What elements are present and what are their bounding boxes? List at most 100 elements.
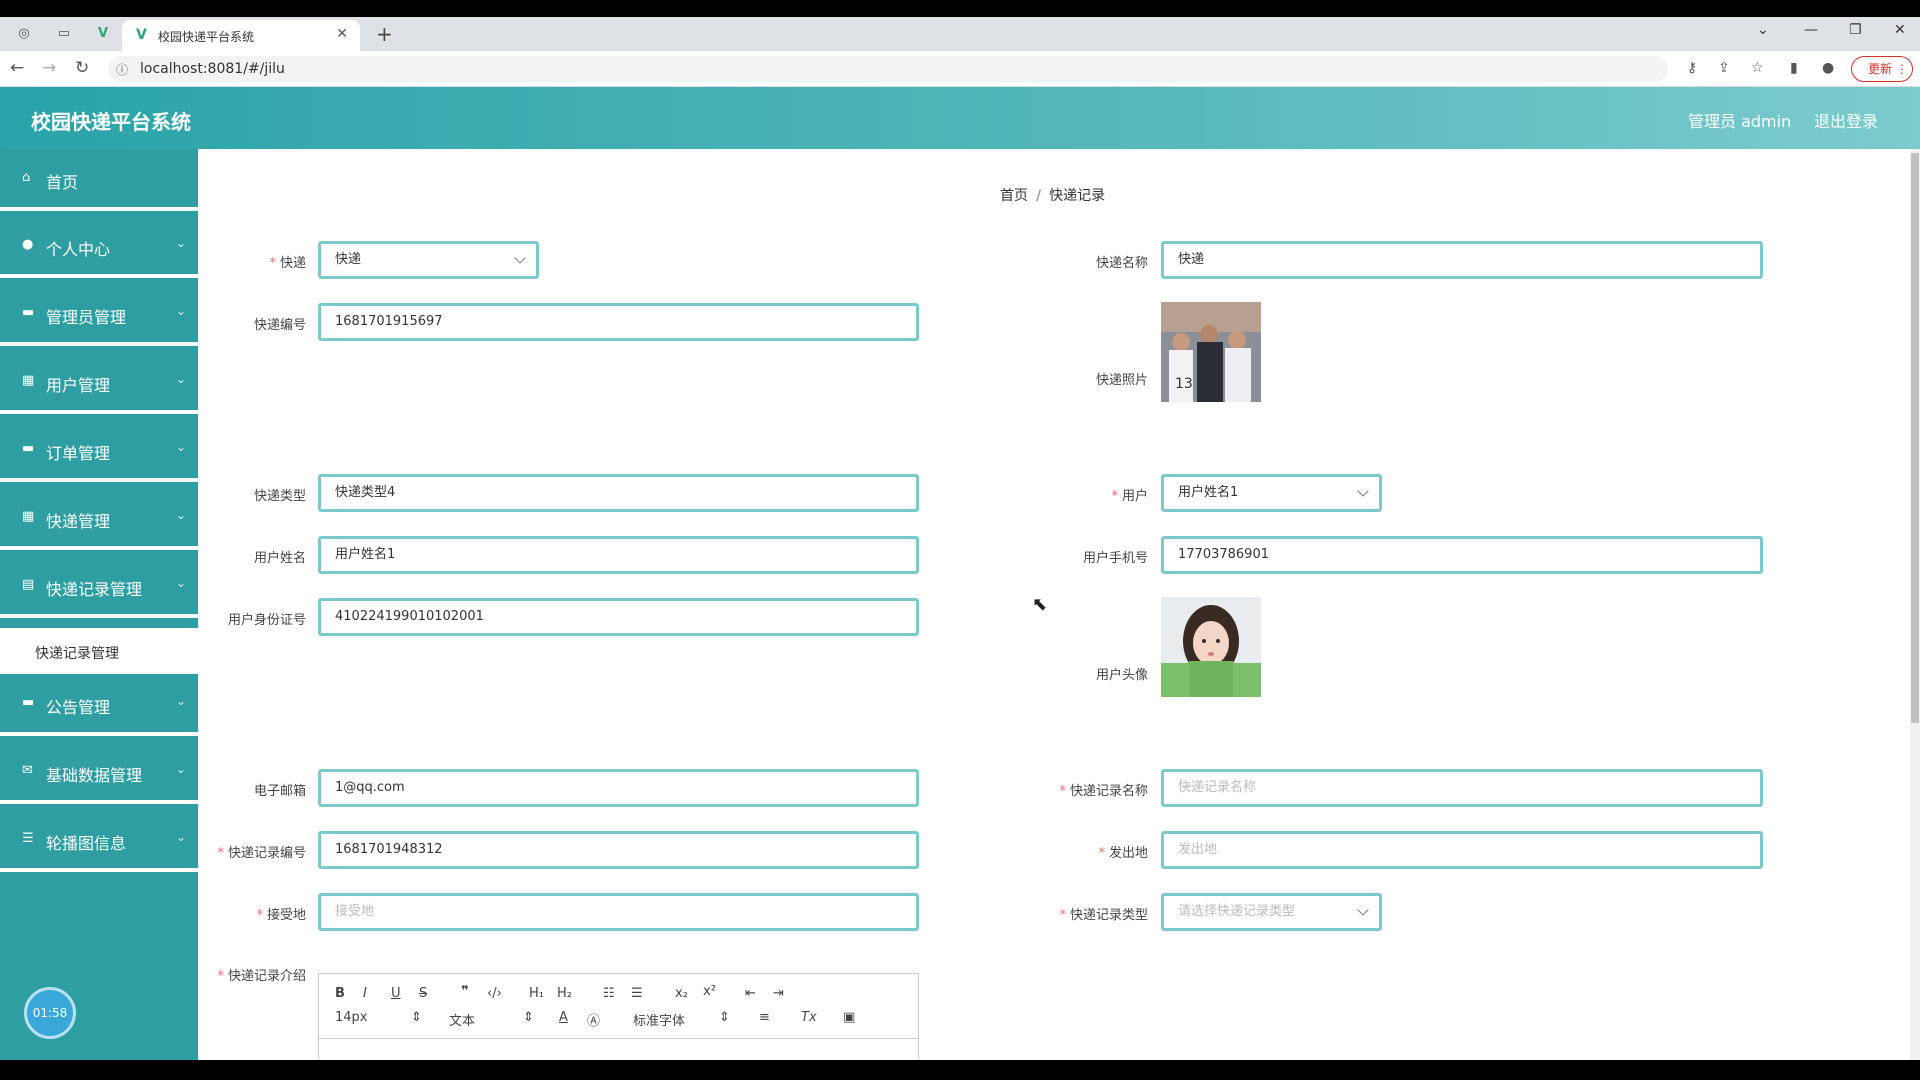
user-phone-input[interactable]: 17703786901 [1161, 536, 1763, 574]
rich-text-editor[interactable]: B I U S ❞ ‹/› H₁ H₂ ☷ ☰ x₂ x² ⇤ ⇥ 14px ⇕ … [318, 973, 919, 1063]
back-icon[interactable]: ← [10, 58, 24, 78]
background-color-icon[interactable]: Ⓐ [587, 1010, 600, 1029]
block-format-select[interactable]: 文本 ⇕ [449, 1010, 534, 1029]
id-card-input[interactable]: 410224199010102001 [318, 598, 919, 636]
chevron-down-icon: ⌄ [175, 830, 186, 844]
logout-link[interactable]: 退出登录 [1814, 108, 1878, 132]
email-input[interactable]: 1@qq.com [318, 769, 919, 807]
new-tab-icon[interactable]: + [376, 22, 393, 46]
clear-format-icon[interactable]: Tx [801, 1010, 817, 1025]
url-field[interactable]: ⓘ localhost:8081/#/jilu [108, 56, 1668, 82]
browser-tab[interactable]: V 校园快递平台系统 ✕ [122, 20, 360, 51]
side-panel-icon[interactable]: ▮ [1790, 60, 1798, 76]
chevron-down-icon: ⌄ [175, 576, 186, 590]
kuaidi-name-label: 快递名称 [1095, 256, 1148, 271]
font-family-select[interactable]: 标准字体 ⇕ [633, 1010, 730, 1029]
subscript-icon[interactable]: x₂ [675, 986, 688, 1001]
italic-icon[interactable]: I [363, 986, 367, 1001]
vue-logo-icon: V [136, 27, 147, 43]
chevron-down-icon[interactable]: ⌄ [1757, 22, 1769, 38]
superscript-icon[interactable]: x² [703, 984, 716, 999]
image-icon[interactable]: ▣ [843, 1010, 855, 1025]
kuaidi-no-input[interactable]: 1681701915697 [318, 303, 919, 341]
user-avatar[interactable] [1161, 597, 1261, 697]
mail-icon: ✉ [22, 763, 33, 778]
origin-input[interactable]: 发出地 [1161, 831, 1763, 869]
origin-label: * 发出地 [1098, 846, 1148, 861]
kuaidi-type-input[interactable]: 快递类型4 [318, 474, 919, 512]
kuaidi-no-label: 快递编号 [253, 318, 306, 333]
chevron-down-icon: ⌄ [175, 694, 186, 708]
h2-icon[interactable]: H₂ [557, 986, 572, 1001]
globe-icon[interactable]: ◎ [15, 25, 33, 43]
user-name-input[interactable]: 用户姓名1 [318, 536, 919, 574]
sidebar-item-admin-management[interactable]: ▬ 管理员管理 ⌄ [0, 284, 198, 346]
bold-icon[interactable]: B [335, 986, 345, 1001]
user-name-label: 用户姓名 [253, 551, 306, 566]
font-color-icon[interactable]: A [559, 1010, 568, 1025]
recording-timer[interactable]: 01:58 [24, 987, 76, 1039]
scrollbar[interactable] [1910, 149, 1920, 1060]
key-icon[interactable]: ⚷ [1687, 60, 1697, 76]
kuaidi-select[interactable]: 快递 [318, 241, 539, 279]
document-icon: ▤ [22, 577, 35, 592]
strike-icon[interactable]: S [419, 986, 427, 1001]
quote-icon[interactable]: ❞ [461, 984, 469, 999]
record-type-select[interactable]: 请选择快递记录类型 [1161, 893, 1382, 931]
align-icon[interactable]: ≡ [759, 1010, 770, 1025]
bullet-list-icon[interactable]: ☰ [631, 986, 643, 1001]
forward-icon[interactable]: → [42, 58, 56, 78]
kuaidi-photo-label: 快递照片 [1095, 373, 1148, 388]
sidebar-item-notice-management[interactable]: ▬ 公告管理 ⌄ [0, 674, 198, 736]
browser-tab-bar: ◎ ▭ V V 校园快递平台系统 ✕ + ⌄ — ❐ ✕ [0, 17, 1920, 51]
intro-label: * 快递记录介绍 [217, 969, 306, 984]
dest-input[interactable]: 接受地 [318, 893, 919, 931]
kuaidi-name-input[interactable]: 快递 [1161, 241, 1763, 279]
kuaidi-photo[interactable]: 13 [1161, 302, 1261, 402]
record-name-input[interactable]: 快递记录名称 [1161, 769, 1763, 807]
sidebar-item-home[interactable]: ⌂ 首页 [0, 149, 198, 211]
chevron-down-icon: ⌄ [175, 304, 186, 318]
h1-icon[interactable]: H₁ [529, 986, 544, 1001]
close-icon[interactable]: ✕ [336, 26, 348, 42]
update-button[interactable]: 更新 ⋮ [1851, 56, 1913, 82]
indent-icon[interactable]: ⇥ [773, 986, 784, 1001]
submenu-express-record-management[interactable]: 快递记录管理 [0, 628, 198, 674]
close-window-icon[interactable]: ✕ [1894, 22, 1906, 38]
restore-icon[interactable]: ❐ [1849, 22, 1862, 38]
minimize-icon[interactable]: — [1804, 22, 1818, 38]
reload-icon[interactable]: ↻ [75, 58, 89, 78]
share-icon[interactable]: ⇪ [1718, 60, 1730, 76]
sidebar-item-base-data-management[interactable]: ✉ 基础数据管理 ⌄ [0, 742, 198, 804]
breadcrumb-current: 快递记录 [1049, 188, 1106, 204]
record-no-input[interactable]: 1681701948312 [318, 831, 919, 869]
underline-icon[interactable]: U [391, 986, 401, 1001]
record-name-label: * 快递记录名称 [1059, 784, 1148, 799]
profile-icon[interactable]: ● [1822, 60, 1834, 76]
url-text: localhost:8081/#/jilu [140, 61, 285, 77]
chevron-down-icon: ⌄ [175, 372, 186, 386]
sidebar-item-personal-center[interactable]: ● 个人中心 ⌄ [0, 216, 198, 278]
scrollbar-thumb[interactable] [1911, 153, 1919, 723]
star-icon[interactable]: ☆ [1751, 60, 1764, 76]
grid-icon: ▦ [22, 509, 35, 524]
chevron-down-icon: ⌄ [175, 236, 186, 250]
sidebar-item-express-record-management[interactable]: ▤ 快递记录管理 ⌄ [0, 556, 198, 618]
breadcrumb-home[interactable]: 首页 [1000, 188, 1028, 204]
kuaidi-label: * 快递 [269, 256, 306, 271]
vue-logo-icon[interactable]: V [94, 25, 112, 43]
kuaidi-type-label: 快递类型 [253, 489, 306, 504]
sidebar-item-express-management[interactable]: ▦ 快递管理 ⌄ [0, 488, 198, 550]
info-icon[interactable]: ⓘ [116, 61, 128, 78]
sidebar-item-order-management[interactable]: ▬ 订单管理 ⌄ [0, 420, 198, 482]
sidebar-item-carousel-info[interactable]: ☰ 轮播图信息 ⌄ [0, 810, 198, 872]
outdent-icon[interactable]: ⇤ [745, 986, 756, 1001]
font-size-select[interactable]: 14px ⇕ [335, 1010, 422, 1025]
code-icon[interactable]: ‹/› [487, 986, 502, 1001]
blank-tab-icon[interactable]: ▭ [55, 25, 73, 43]
breadcrumb: 首页 / 快递记录 [1000, 188, 1106, 204]
ordered-list-icon[interactable]: ☷ [603, 986, 615, 1001]
sidebar-item-user-management[interactable]: ▦ 用户管理 ⌄ [0, 352, 198, 414]
yonghu-select[interactable]: 用户姓名1 [1161, 474, 1382, 512]
chat-icon: ▬ [22, 695, 35, 710]
